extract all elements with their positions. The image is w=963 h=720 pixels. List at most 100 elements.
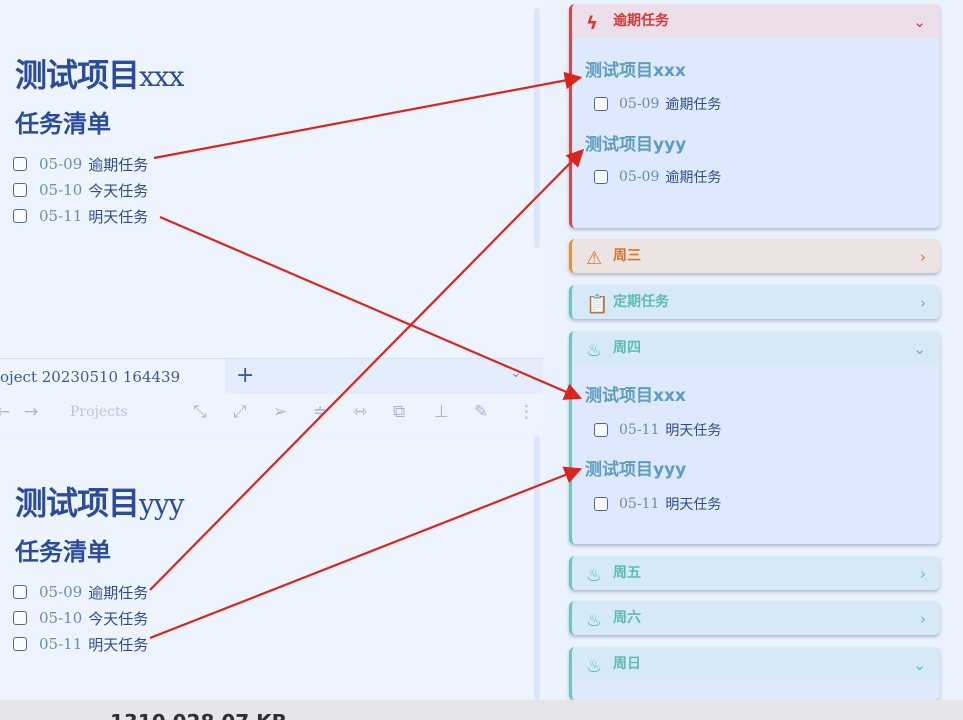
task-checkbox[interactable] bbox=[13, 183, 27, 197]
group-label: 周三 bbox=[613, 248, 641, 264]
task-name: 逾期任务 bbox=[665, 170, 722, 186]
clipboard-icon: 📋 bbox=[586, 294, 609, 315]
more-icon[interactable]: ⋮ bbox=[518, 402, 535, 422]
task-checkbox[interactable] bbox=[594, 497, 608, 511]
new-tab-button[interactable]: + bbox=[236, 363, 254, 388]
group-label: 逾期任务 bbox=[613, 13, 669, 29]
group-sunday: ♨ 周日 ⌄ bbox=[569, 647, 940, 700]
task-checkbox[interactable] bbox=[13, 637, 27, 651]
tab-project[interactable]: oject 20230510 164439 bbox=[0, 359, 225, 395]
group-recurring: 📋 定期任务 › bbox=[569, 285, 940, 319]
group-project-title: 测试项目yyy bbox=[585, 460, 687, 480]
task-checkbox[interactable] bbox=[13, 585, 27, 599]
task-date: 05-11 bbox=[39, 207, 83, 225]
group-label: 周四 bbox=[613, 340, 641, 356]
split-icon[interactable]: ⇿ bbox=[353, 402, 367, 422]
task-checkbox[interactable] bbox=[13, 611, 27, 625]
group-task-item: 05-11 明天任务 bbox=[594, 420, 721, 440]
task-item: 05-10 今天任务 bbox=[13, 180, 148, 200]
chevron-right-icon[interactable]: › bbox=[920, 565, 926, 583]
group-project-title: 测试项目xxx bbox=[585, 61, 686, 81]
task-checkbox[interactable] bbox=[594, 423, 608, 437]
group-header-overdue[interactable]: ϟ 逾期任务 ⌄ bbox=[572, 4, 940, 38]
task-date: 05-11 bbox=[619, 422, 660, 438]
group-label: 定期任务 bbox=[613, 294, 669, 310]
group-project-title: 测试项目yyy bbox=[585, 135, 687, 155]
pin-icon[interactable]: ⊥ bbox=[434, 402, 449, 422]
status-bar: 1310 028 07 KB bbox=[0, 700, 963, 720]
group-label: 周五 bbox=[613, 565, 641, 581]
task-item: 05-09 逾期任务 bbox=[13, 582, 148, 602]
status-text: 1310 028 07 KB bbox=[110, 710, 287, 720]
edit-icon[interactable]: ✎ bbox=[474, 402, 488, 422]
navigate-icon[interactable]: ➢ bbox=[273, 402, 287, 422]
group-friday: ♨ 周五 › bbox=[569, 556, 940, 590]
task-date: 05-11 bbox=[39, 635, 83, 653]
task-item: 05-11 明天任务 bbox=[13, 634, 148, 654]
group-header-saturday[interactable]: ♨ 周六 › bbox=[572, 601, 940, 635]
task-date: 05-10 bbox=[39, 181, 83, 199]
group-header-sunday[interactable]: ♨ 周日 ⌄ bbox=[572, 647, 940, 681]
task-name: 今天任务 bbox=[88, 181, 149, 200]
flame-icon: ♨ bbox=[586, 340, 603, 361]
group-label: 周日 bbox=[613, 656, 641, 672]
group-task-item: 05-11 明天任务 bbox=[594, 494, 721, 514]
task-item: 05-11 明天任务 bbox=[13, 206, 148, 226]
chevron-down-icon[interactable]: ⌄ bbox=[913, 340, 926, 358]
group-wednesday: ⚠ 周三 › bbox=[569, 239, 940, 273]
task-checkbox[interactable] bbox=[13, 209, 27, 223]
breadcrumb[interactable]: Projects bbox=[70, 404, 128, 420]
task-checkbox[interactable] bbox=[594, 170, 608, 184]
tab-bar: oject 20230510 164439 + ⌄ bbox=[0, 358, 543, 395]
tab-list-chevron-icon[interactable]: ⌄ bbox=[510, 365, 522, 381]
scrollbar-bottom-pane[interactable] bbox=[534, 436, 540, 700]
forward-arrow-icon[interactable]: → bbox=[24, 402, 38, 422]
section-title-task-list: 任务清单 bbox=[15, 110, 111, 138]
section-title-task-list: 任务清单 bbox=[15, 538, 111, 566]
task-date: 05-10 bbox=[39, 609, 83, 627]
task-date: 05-09 bbox=[619, 96, 660, 112]
task-date: 05-09 bbox=[39, 155, 83, 173]
task-name: 逾期任务 bbox=[88, 155, 149, 174]
group-header-wednesday[interactable]: ⚠ 周三 › bbox=[572, 239, 940, 273]
task-name: 明天任务 bbox=[665, 423, 722, 439]
lightning-icon: ϟ bbox=[586, 13, 598, 34]
task-name: 明天任务 bbox=[88, 635, 149, 654]
scrollbar-top-pane[interactable] bbox=[534, 8, 540, 248]
task-summary-panel: ϟ 逾期任务 ⌄ 测试项目xxx 05-09 逾期任务 测试项目yyy 05-0… bbox=[556, 0, 963, 700]
expand-icon[interactable]: ⤢ bbox=[233, 402, 247, 422]
chevron-down-icon[interactable]: ⌄ bbox=[913, 13, 926, 31]
copy-icon[interactable]: ⧉ bbox=[393, 402, 405, 422]
flame-icon: ♨ bbox=[586, 610, 603, 631]
task-name: 逾期任务 bbox=[88, 583, 149, 602]
editor-toolbar: ← → Projects ⤡ ⤢ ➢ ≑ ⇿ ⧉ ⊥ ✎ ⋮ bbox=[0, 394, 543, 434]
task-date: 05-11 bbox=[619, 496, 660, 512]
flame-icon: ♨ bbox=[586, 656, 603, 677]
group-header-friday[interactable]: ♨ 周五 › bbox=[572, 556, 940, 590]
chevron-down-icon[interactable]: ⌄ bbox=[913, 656, 926, 674]
back-arrow-icon[interactable]: ← bbox=[0, 402, 10, 422]
task-name: 逾期任务 bbox=[665, 97, 722, 113]
collapse-icon[interactable]: ⤡ bbox=[193, 402, 207, 422]
project-title-xxx: 测试项目xxx bbox=[15, 56, 184, 94]
group-header-thursday[interactable]: ♨ 周四 ⌄ bbox=[572, 331, 940, 365]
strikethrough-icon[interactable]: ≑ bbox=[313, 402, 327, 422]
editor-pane-top: 测试项目xxx 任务清单 05-09 逾期任务 05-10 今天任务 05-11… bbox=[0, 0, 543, 358]
editor-pane-bottom: 测试项目yyy 任务清单 05-09 逾期任务 05-10 今天任务 05-11… bbox=[0, 436, 543, 700]
project-title-yyy: 测试项目yyy bbox=[15, 484, 184, 522]
group-saturday: ♨ 周六 › bbox=[569, 601, 940, 635]
task-item: 05-09 逾期任务 bbox=[13, 154, 148, 174]
chevron-right-icon[interactable]: › bbox=[920, 610, 926, 628]
task-name: 今天任务 bbox=[88, 609, 149, 628]
task-name: 明天任务 bbox=[88, 207, 149, 226]
group-thursday: ♨ 周四 ⌄ 测试项目xxx 05-11 明天任务 测试项目yyy 05-11 … bbox=[569, 331, 940, 544]
chevron-right-icon[interactable]: › bbox=[920, 248, 926, 266]
task-checkbox[interactable] bbox=[594, 97, 608, 111]
group-overdue: ϟ 逾期任务 ⌄ 测试项目xxx 05-09 逾期任务 测试项目yyy 05-0… bbox=[569, 4, 940, 228]
group-header-recurring[interactable]: 📋 定期任务 › bbox=[572, 285, 940, 319]
warning-icon: ⚠ bbox=[586, 248, 603, 269]
task-date: 05-09 bbox=[39, 583, 83, 601]
task-date: 05-09 bbox=[619, 169, 660, 185]
task-checkbox[interactable] bbox=[13, 157, 27, 171]
chevron-right-icon[interactable]: › bbox=[920, 294, 926, 312]
